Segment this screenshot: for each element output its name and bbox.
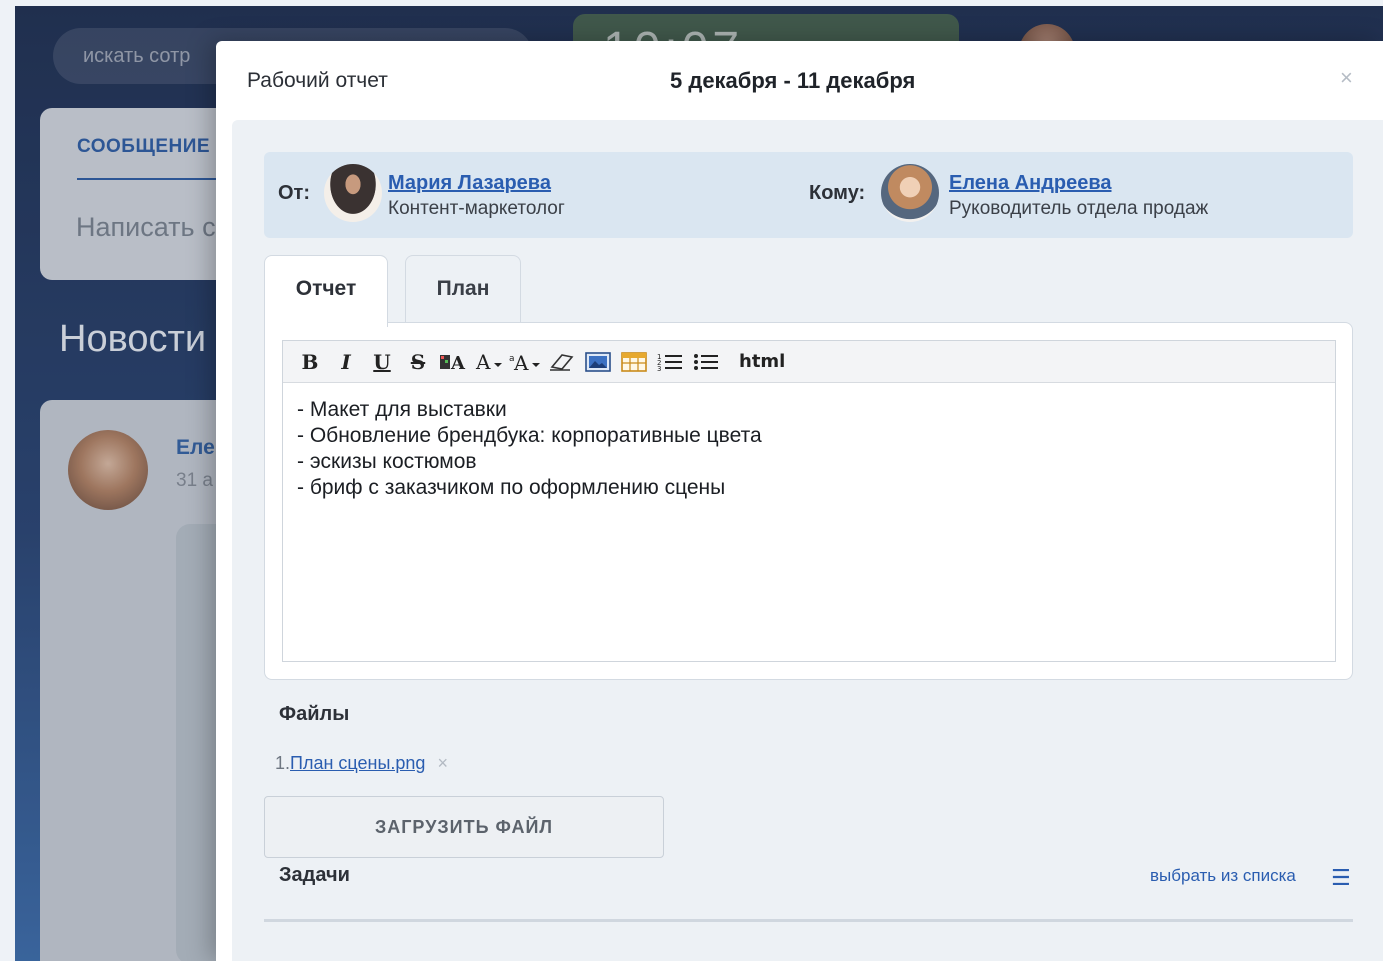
- recipient-avatar[interactable]: [881, 164, 939, 222]
- remove-file-icon[interactable]: ×: [437, 753, 448, 773]
- ordered-list-icon: 1 2 3: [657, 353, 682, 373]
- close-icon[interactable]: ×: [1340, 65, 1353, 91]
- insert-table-button[interactable]: [617, 347, 651, 377]
- table-icon: [621, 351, 647, 372]
- editor-line: - эскизы костюмов: [297, 450, 477, 473]
- svg-text:A: A: [513, 351, 529, 373]
- clear-format-button[interactable]: [545, 347, 579, 377]
- tab-report[interactable]: Отчет: [264, 255, 388, 327]
- files-heading: Файлы: [279, 703, 350, 725]
- bold-button[interactable]: B: [293, 347, 327, 377]
- tasks-heading: Задачи: [279, 864, 350, 886]
- sender-avatar[interactable]: [324, 164, 382, 222]
- modal-body: От: Мария Лазарева Контент-маркетолог Ко…: [232, 120, 1383, 961]
- insert-image-button[interactable]: [581, 347, 615, 377]
- font-size-icon: A: [475, 351, 502, 373]
- image-icon: [585, 351, 611, 372]
- bullet-list-button[interactable]: [689, 347, 723, 377]
- svg-text:3: 3: [657, 365, 661, 373]
- editor-content[interactable]: - Макет для выставки - Обновление брендб…: [297, 397, 762, 501]
- strikethrough-button[interactable]: S: [401, 347, 435, 377]
- font-family-button[interactable]: a A: [509, 347, 543, 377]
- recipient-role: Руководитель отдела продаж: [949, 198, 1209, 219]
- underline-button[interactable]: U: [365, 347, 399, 377]
- from-label: От:: [278, 182, 311, 204]
- font-family-icon: a A: [509, 351, 540, 373]
- rich-text-editor[interactable]: B I U S A A a A 1 2 3 html - Макет для в…: [282, 340, 1336, 662]
- file-link[interactable]: План сцены.png: [290, 753, 425, 773]
- svg-text:A: A: [450, 353, 466, 373]
- choose-from-list-link[interactable]: выбрать из списка: [1150, 866, 1296, 886]
- editor-line: - Макет для выставки: [297, 398, 507, 421]
- tab-plan[interactable]: План: [405, 255, 521, 325]
- font-size-button[interactable]: A: [473, 347, 507, 377]
- work-report-modal: Рабочий отчет 5 декабря - 11 декабря × О…: [216, 41, 1383, 961]
- to-label: Кому:: [809, 182, 866, 204]
- ordered-list-button[interactable]: 1 2 3: [653, 347, 687, 377]
- bullet-list-icon: [694, 353, 718, 370]
- font-color-button[interactable]: A: [437, 347, 471, 377]
- report-date-range: 5 декабря - 11 декабря: [670, 68, 916, 93]
- sender-name-link[interactable]: Мария Лазарева: [388, 172, 551, 195]
- editor-line: - Обновление брендбука: корпоративные цв…: [297, 424, 762, 447]
- html-source-button[interactable]: html: [739, 347, 785, 377]
- eraser-icon: [550, 353, 574, 371]
- upload-file-button[interactable]: ЗАГРУЗИТЬ ФАЙЛ: [264, 796, 664, 858]
- italic-button[interactable]: I: [329, 347, 363, 377]
- editor-toolbar: B I U S A A a A 1 2 3 html: [283, 341, 1335, 383]
- recipient-name-link[interactable]: Елена Андреева: [949, 172, 1112, 195]
- font-color-icon: A: [440, 353, 466, 373]
- modal-title: Рабочий отчет: [247, 69, 388, 92]
- file-list-item: 1.План сцены.png ×: [275, 753, 448, 774]
- sender-role: Контент-маркетолог: [388, 198, 565, 219]
- report-editor-card: B I U S A A a A 1 2 3 html - Макет для в…: [264, 322, 1353, 680]
- editor-line: - бриф с заказчиком по оформлению сцены: [297, 476, 726, 499]
- list-menu-icon[interactable]: ☰: [1331, 865, 1351, 891]
- svg-text:A: A: [475, 351, 491, 373]
- tasks-divider: [264, 919, 1353, 922]
- report-participants: От: Мария Лазарева Контент-маркетолог Ко…: [264, 152, 1353, 238]
- file-index: 1.: [275, 753, 291, 773]
